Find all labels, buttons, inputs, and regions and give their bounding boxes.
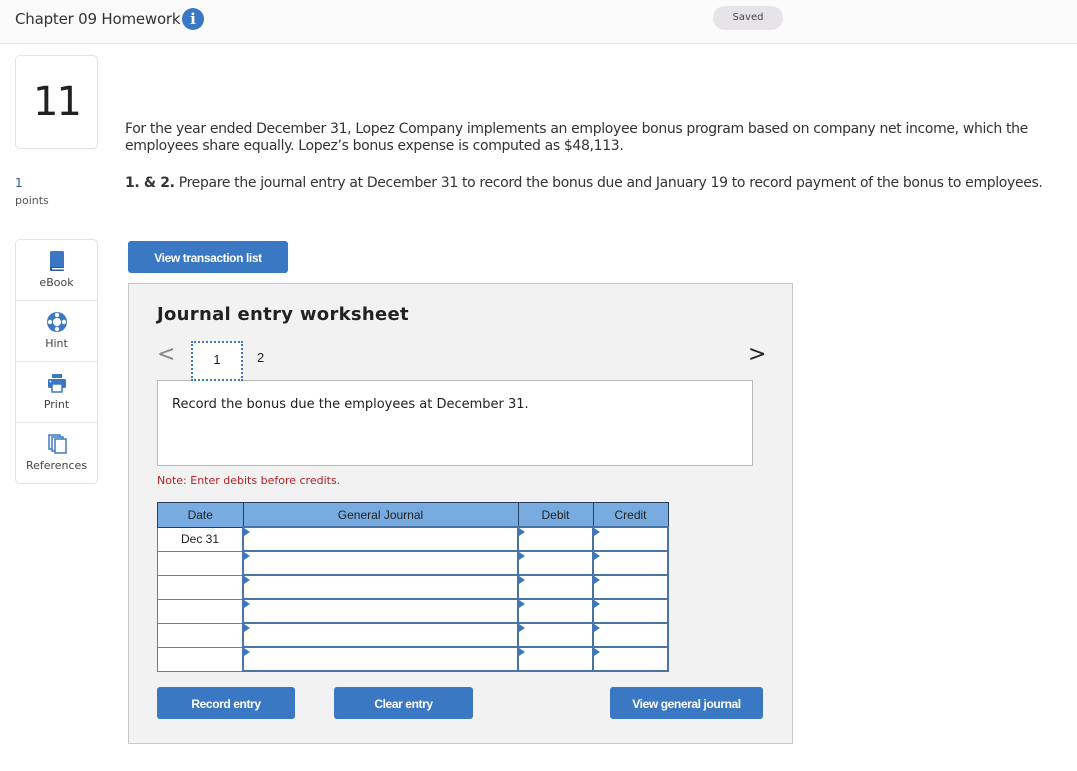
book-icon <box>50 251 64 271</box>
date-cell <box>157 646 244 672</box>
tool-ebook[interactable]: eBook <box>16 240 97 301</box>
worksheet-title: Journal entry worksheet <box>157 304 409 325</box>
tool-label: eBook <box>39 276 74 289</box>
tool-references[interactable]: References <box>16 423 97 483</box>
account-input[interactable] <box>242 598 519 624</box>
date-cell: Dec 31 <box>157 526 244 552</box>
credit-input[interactable] <box>592 550 669 576</box>
lifebuoy-icon <box>47 312 67 332</box>
entry-tab-2[interactable]: 2 <box>257 341 277 381</box>
assignment-title: Chapter 09 Homework <box>15 10 181 28</box>
debit-input[interactable] <box>517 550 594 576</box>
points-value: 1 <box>15 176 23 190</box>
documents-icon <box>48 434 67 454</box>
tool-label: Print <box>43 398 70 411</box>
credit-input[interactable] <box>592 526 669 552</box>
account-input[interactable] <box>242 526 519 552</box>
tool-label: References <box>25 459 88 472</box>
date-cell <box>157 598 244 624</box>
saved-status-badge: Saved <box>713 6 783 30</box>
tools-panel: eBook Hint Print References <box>15 239 98 484</box>
journal-row <box>157 574 669 600</box>
column-header-debit: Debit <box>517 502 594 528</box>
column-header-date: Date <box>157 502 244 528</box>
date-cell <box>157 574 244 600</box>
entry-note: Note: Enter debits before credits. <box>157 474 341 487</box>
credit-input[interactable] <box>592 622 669 648</box>
view-transaction-list-button[interactable]: View transaction list <box>128 241 288 273</box>
credit-input[interactable] <box>592 574 669 600</box>
debit-input[interactable] <box>517 646 594 672</box>
tool-print[interactable]: Print <box>16 362 97 423</box>
column-header-general-journal: General Journal <box>242 502 519 528</box>
journal-row <box>157 622 669 648</box>
record-entry-button[interactable]: Record entry <box>157 687 295 719</box>
task-number: 1. & 2. <box>125 175 175 191</box>
tool-label: Hint <box>45 337 68 350</box>
entry-prompt: Record the bonus due the employees at De… <box>172 397 529 412</box>
account-input[interactable] <box>242 646 519 672</box>
debit-input[interactable] <box>517 598 594 624</box>
points-label: points <box>15 194 49 207</box>
debit-input[interactable] <box>517 622 594 648</box>
credit-input[interactable] <box>592 646 669 672</box>
date-cell <box>157 622 244 648</box>
entry-tab-1[interactable]: 1 <box>191 341 243 381</box>
tool-hint[interactable]: Hint <box>16 301 97 362</box>
journal-table: Date General Journal Debit Credit Dec 31 <box>157 502 669 672</box>
journal-header-row: Date General Journal Debit Credit <box>157 502 669 528</box>
entry-prompt-box: Record the bonus due the employees at De… <box>157 380 753 466</box>
task-text: Prepare the journal entry at December 31… <box>174 175 1043 191</box>
journal-entry-worksheet: Journal entry worksheet < 1 2 > Record t… <box>128 283 793 744</box>
previous-entry-chevron-icon[interactable]: < <box>157 342 175 367</box>
journal-row <box>157 646 669 672</box>
top-bar: Chapter 09 Homework i Saved <box>0 0 1077 44</box>
debit-input[interactable] <box>517 574 594 600</box>
journal-row <box>157 598 669 624</box>
clear-entry-button[interactable]: Clear entry <box>334 687 473 719</box>
journal-row: Dec 31 <box>157 526 669 552</box>
debit-input[interactable] <box>517 526 594 552</box>
account-input[interactable] <box>242 622 519 648</box>
problem-intro: For the year ended December 31, Lopez Co… <box>125 121 1028 154</box>
question-number: 11 <box>15 55 98 149</box>
problem-task: 1. & 2. Prepare the journal entry at Dec… <box>125 175 1070 192</box>
date-cell <box>157 550 244 576</box>
credit-input[interactable] <box>592 598 669 624</box>
view-general-journal-button[interactable]: View general journal <box>610 687 763 719</box>
account-input[interactable] <box>242 574 519 600</box>
journal-row <box>157 550 669 576</box>
column-header-credit: Credit <box>592 502 669 528</box>
next-entry-chevron-icon[interactable]: > <box>748 342 766 367</box>
printer-icon <box>48 374 66 393</box>
info-icon[interactable]: i <box>182 8 204 30</box>
account-input[interactable] <box>242 550 519 576</box>
